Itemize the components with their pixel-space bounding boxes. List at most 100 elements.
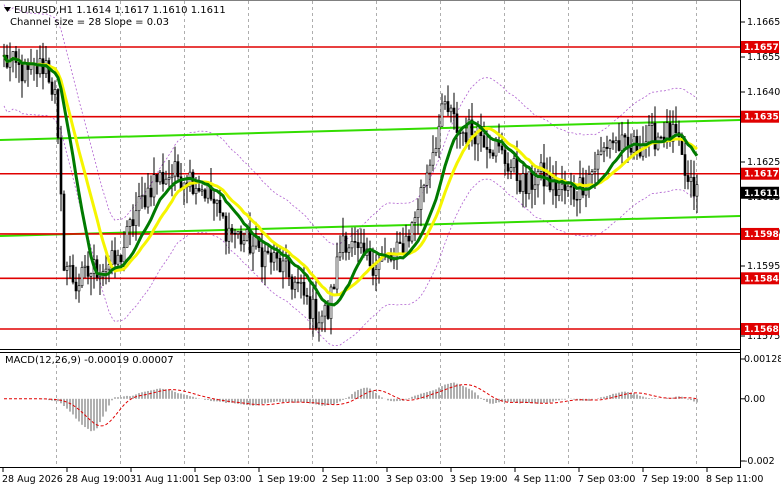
candle-body (512, 158, 516, 169)
candle-body (434, 148, 438, 153)
candle-body (143, 195, 147, 208)
candle-body (353, 241, 357, 243)
candle-body (590, 171, 594, 175)
candle-body (659, 136, 663, 139)
candle-body (431, 152, 435, 166)
price-tick-label: 1.1655 (747, 52, 780, 63)
price-tick-label: 1.1665 (747, 17, 780, 28)
candle-body (74, 281, 78, 292)
macd-title: MACD(12,26,9) -0.00019 0.00007 (5, 355, 174, 366)
candle-body (569, 185, 573, 188)
time-label: 4 Sep 11:00 (514, 474, 571, 485)
candle-body (542, 162, 546, 187)
candle-body (623, 134, 627, 138)
candle-body (548, 174, 552, 191)
candle-body (629, 147, 633, 153)
candle-body (194, 187, 198, 194)
candle-body (428, 164, 432, 174)
candle-body (293, 281, 297, 290)
candle-body (482, 135, 486, 148)
time-label: 28 Aug 2026 (2, 474, 63, 485)
candle-body (224, 215, 228, 242)
candle-body (308, 296, 312, 319)
macd-tick-label: 0.00128 (744, 354, 781, 365)
candle-body (521, 173, 525, 192)
candle-body (98, 276, 102, 279)
candle-body (683, 154, 687, 176)
candle-body (575, 198, 579, 201)
candle-body (305, 294, 309, 297)
symbol-ohlc-text: EURUSD,H1 1.1614 1.1617 1.1610 1.1611 (14, 5, 226, 16)
candle-body (485, 146, 489, 150)
candle-body (269, 252, 273, 263)
candle-body (617, 140, 621, 151)
candle-body (263, 250, 267, 268)
candle-body (20, 64, 24, 82)
candle-body (215, 199, 219, 204)
level-label: 1.1584 (744, 274, 779, 284)
candle-body (236, 231, 240, 234)
candle-body (398, 241, 402, 244)
candle-body (68, 265, 72, 267)
candle-body (332, 286, 336, 290)
time-label: 7 Sep 03:00 (578, 474, 635, 485)
candle-body (503, 149, 507, 164)
candle-body (317, 322, 321, 329)
time-label: 3 Sep 19:00 (450, 474, 507, 485)
candle-body (425, 172, 429, 186)
candle-body (227, 227, 231, 242)
candle-body (347, 247, 351, 253)
time-label: 28 Aug 19:00 (66, 474, 130, 485)
channel-info-text: Channel size = 28 Slope = 0.03 (10, 17, 169, 28)
candle-body (449, 107, 453, 113)
candle-body (137, 196, 141, 212)
candle-body (563, 183, 567, 191)
candle-body (443, 101, 447, 105)
candle-body (71, 265, 75, 283)
candle-body (518, 180, 522, 192)
price-tick-label: 1.1640 (747, 87, 780, 98)
candle-body (272, 252, 276, 263)
candle-body (311, 298, 315, 319)
candle-body (173, 161, 177, 177)
candle-body (356, 242, 360, 249)
candle-body (233, 232, 237, 235)
candle-body (374, 269, 378, 276)
candle-body (146, 187, 150, 208)
candle-body (275, 252, 279, 259)
candle-body (302, 281, 306, 296)
candle-body (47, 60, 51, 83)
candle-body (653, 122, 657, 150)
candle-body (326, 304, 330, 319)
candle-body (407, 235, 411, 242)
candle-body (401, 243, 405, 255)
candle-body (53, 89, 57, 95)
candle-body (164, 178, 168, 185)
candle-body (527, 171, 531, 194)
candle-body (134, 210, 138, 226)
candle-body (56, 89, 60, 139)
candle-body (359, 242, 363, 249)
candle-body (299, 281, 303, 284)
candle-body (23, 62, 27, 82)
candle-body (404, 235, 408, 255)
candle-body (593, 168, 597, 172)
price-tick-label: 1.1625 (747, 157, 780, 168)
time-label: 2 Sep 11:00 (322, 474, 379, 485)
candle-body (419, 187, 423, 210)
candle-body (86, 265, 90, 277)
candle-body (506, 163, 510, 172)
candle-body (104, 268, 108, 272)
candle-body (533, 184, 537, 190)
candle-body (476, 125, 480, 145)
macd-tick-label: 0.00 (744, 394, 765, 405)
candle-body (278, 257, 282, 273)
candle-body (437, 125, 441, 149)
candle-body (686, 175, 690, 182)
candle-body (524, 173, 528, 194)
candle-body (650, 122, 654, 126)
time-label: 1 Sep 19:00 (258, 474, 315, 485)
candle-body (170, 175, 174, 178)
candle-body (281, 260, 285, 273)
candle-body (491, 152, 495, 157)
